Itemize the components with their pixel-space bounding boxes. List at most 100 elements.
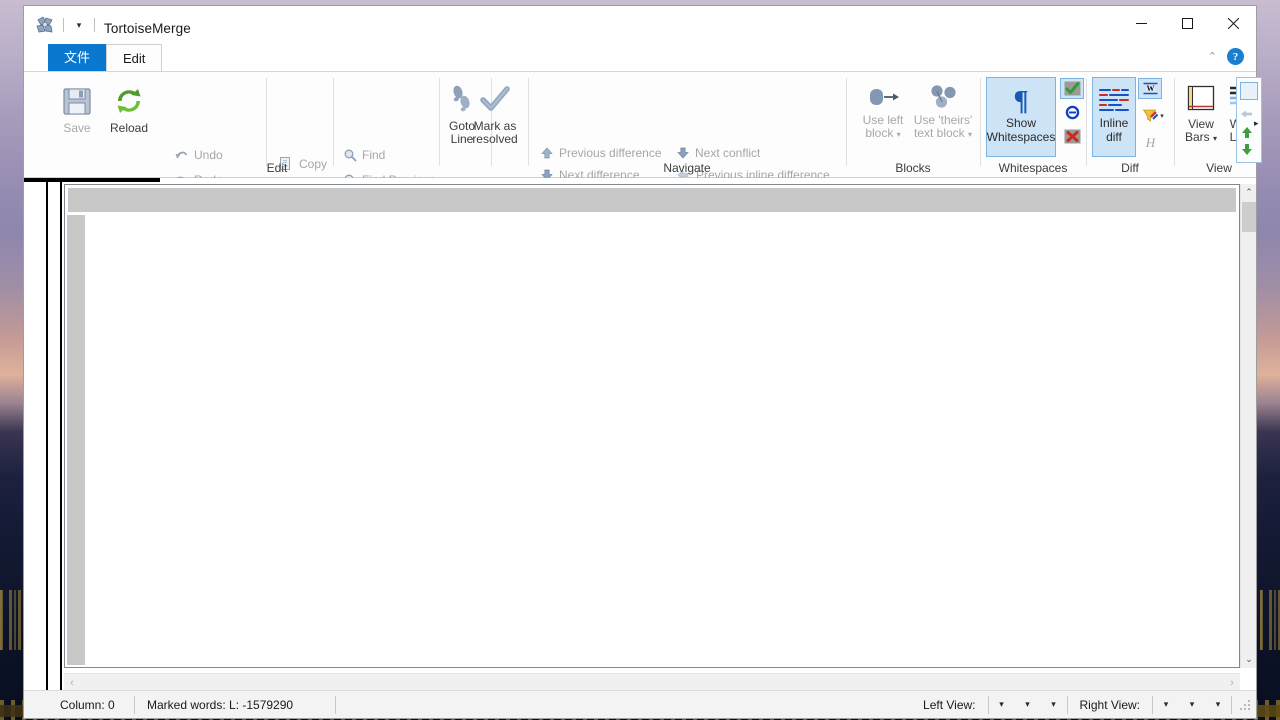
navigate-group-label: Navigate — [528, 161, 846, 175]
chevron-down-icon[interactable]: ▾ — [897, 130, 901, 139]
left-gutter — [24, 178, 56, 690]
tab-file[interactable]: 文件 — [48, 44, 106, 71]
ignore-all-whitespaces-button[interactable] — [1060, 126, 1084, 147]
scroll-left-button[interactable]: ‹ — [64, 674, 80, 691]
ignore-case-button[interactable]: H — [1138, 132, 1162, 153]
show-whitespaces-label-1: Show — [1006, 116, 1036, 130]
close-button[interactable] — [1210, 6, 1256, 40]
status-column: Column: 0 — [48, 691, 134, 718]
inline-diff-toggle[interactable]: Inline diff — [1092, 77, 1136, 157]
scroll-right-button[interactable]: › — [1224, 674, 1240, 691]
right-view-dropdown-3[interactable]: ▾ — [1205, 691, 1231, 718]
mark-as-resolved-label-2: resolved — [472, 133, 517, 146]
left-view-dropdown-2[interactable]: ▾ — [1015, 691, 1041, 718]
view-bars-icon — [1185, 84, 1217, 114]
window-controls — [1118, 6, 1256, 40]
color-filter-button[interactable]: ▾ — [1138, 105, 1168, 126]
use-left-block-label-2: block ▾ — [865, 127, 900, 141]
undo-label: Undo — [194, 148, 223, 162]
horizontal-scrollbar[interactable]: ‹ › — [64, 673, 1240, 690]
status-divider-6 — [1231, 696, 1232, 714]
diff-pane-header — [67, 187, 1237, 213]
ribbon-tab-strip: 文件 Edit ⌃ ? — [24, 44, 1256, 71]
right-view-dropdown-1[interactable]: ▾ — [1153, 691, 1179, 718]
ribbon-group-blocks: Use left block ▾ Use 'theirs' — [846, 72, 980, 178]
vertical-scrollbar[interactable]: ⌃ ⌄ — [1240, 184, 1256, 668]
chevron-down-icon[interactable]: ▾ — [968, 130, 972, 139]
vertical-scrollbar-thumb[interactable] — [1242, 202, 1256, 232]
ignore-whitespace-changes-button[interactable] — [1060, 102, 1084, 123]
diff-group-label: Diff — [1086, 161, 1174, 175]
status-divider-2 — [335, 696, 336, 714]
ribbon-right-tools: ⌃ ? — [1208, 48, 1244, 65]
ribbon-overflow-arrow[interactable]: ▸ — [1254, 118, 1259, 129]
tab-edit[interactable]: Edit — [106, 44, 162, 71]
edit-group-divider-1 — [266, 78, 267, 166]
inline-diff-label-1: Inline — [1100, 116, 1129, 130]
left-view-dropdown-3[interactable]: ▾ — [1041, 691, 1067, 718]
save-button[interactable]: Save — [50, 78, 104, 154]
qat-separator-1 — [63, 18, 64, 32]
status-bar: Column: 0 Marked words: L: -1579290 Left… — [24, 690, 1256, 718]
save-label: Save — [63, 122, 90, 135]
resize-grip-icon[interactable] — [1238, 698, 1252, 712]
clipped-green-arrows-icon — [1240, 126, 1254, 159]
window-title: TortoiseMerge — [104, 21, 191, 36]
ribbon-group-whitespaces: ¶ Show Whitespaces — [980, 72, 1086, 178]
minimize-button[interactable] — [1118, 6, 1164, 40]
left-view-dropdown-1[interactable]: ▾ — [989, 691, 1015, 718]
diff-pane-text-body[interactable] — [85, 215, 1237, 665]
arrow-down-icon — [676, 146, 690, 160]
next-conflict-label: Next conflict — [695, 146, 760, 160]
scroll-down-button[interactable]: ⌄ — [1241, 651, 1257, 668]
edit-group-divider-2 — [333, 78, 334, 166]
whitespaces-divider-left — [980, 78, 981, 166]
floppy-disk-icon — [60, 84, 94, 118]
pane-divider-line-1 — [46, 181, 48, 690]
mark-as-resolved-button[interactable]: Mark as resolved — [468, 78, 522, 154]
reload-label: Reload — [110, 122, 148, 135]
diff-pane[interactable] — [64, 184, 1240, 668]
status-left-pad — [24, 691, 48, 718]
use-left-block-button[interactable]: Use left block ▾ — [854, 78, 912, 154]
view-bars-button[interactable]: View Bars ▾ — [1180, 78, 1222, 154]
pane-top-dark-edge — [24, 178, 160, 182]
show-whitespaces-toggle[interactable]: ¶ Show Whitespaces — [986, 77, 1056, 157]
collapse-ribbon-icon[interactable]: ⌃ — [1208, 50, 1217, 63]
clipped-toggle-icon[interactable] — [1240, 82, 1258, 100]
chevron-down-icon[interactable]: ▾ — [1160, 112, 1164, 120]
inline-diff-word-button[interactable]: W — [1138, 78, 1162, 99]
diff-mode-buttons: W ▾ H — [1138, 78, 1168, 153]
previous-difference-label: Previous difference — [559, 146, 662, 160]
quick-access-toolbar[interactable]: ▾ — [34, 14, 102, 36]
help-icon[interactable]: ? — [1227, 48, 1244, 65]
blocks-divider-left — [846, 78, 847, 166]
ribbon-group-overflow: ▸ — [1236, 72, 1264, 178]
ribbon: Save Reload — [24, 71, 1256, 178]
navigate-divider-left — [528, 78, 529, 166]
compare-whitespaces-button[interactable] — [1060, 78, 1084, 99]
tortoise-merge-icon — [34, 14, 56, 36]
use-theirs-text-block-button[interactable]: Use 'theirs' text block ▾ — [912, 78, 974, 154]
use-theirs-text-block-label-2: text block ▾ — [914, 127, 972, 141]
svg-text:W: W — [1146, 84, 1154, 93]
arrow-up-icon — [540, 146, 554, 160]
quick-access-dropdown-icon[interactable]: ▾ — [71, 17, 87, 33]
scroll-up-button[interactable]: ⌃ — [1241, 184, 1257, 201]
chevron-down-icon[interactable]: ▾ — [1213, 134, 1217, 143]
view-divider-left — [1174, 78, 1175, 166]
reload-circular-arrows-icon — [112, 84, 146, 118]
maximize-button[interactable] — [1164, 6, 1210, 40]
merge-content-area: ⌃ ⌄ ‹ › — [24, 178, 1256, 690]
reload-button[interactable]: Reload — [102, 78, 156, 154]
magnifier-icon — [343, 148, 357, 162]
view-bars-label-2: Bars ▾ — [1185, 131, 1217, 145]
inline-diff-icon — [1097, 86, 1131, 116]
ribbon-group-edit: Save Reload — [48, 72, 506, 178]
title-bar: ▾ TortoiseMerge — [24, 6, 1256, 44]
ribbon-group-diff: Inline diff W — [1086, 72, 1174, 178]
right-view-dropdown-2[interactable]: ▾ — [1179, 691, 1205, 718]
qat-separator-2 — [94, 18, 95, 32]
edit-group-label: Edit — [48, 161, 506, 175]
tortoisemerge-window: ▾ TortoiseMerge 文件 Edit ⌃ ? — [24, 6, 1256, 718]
